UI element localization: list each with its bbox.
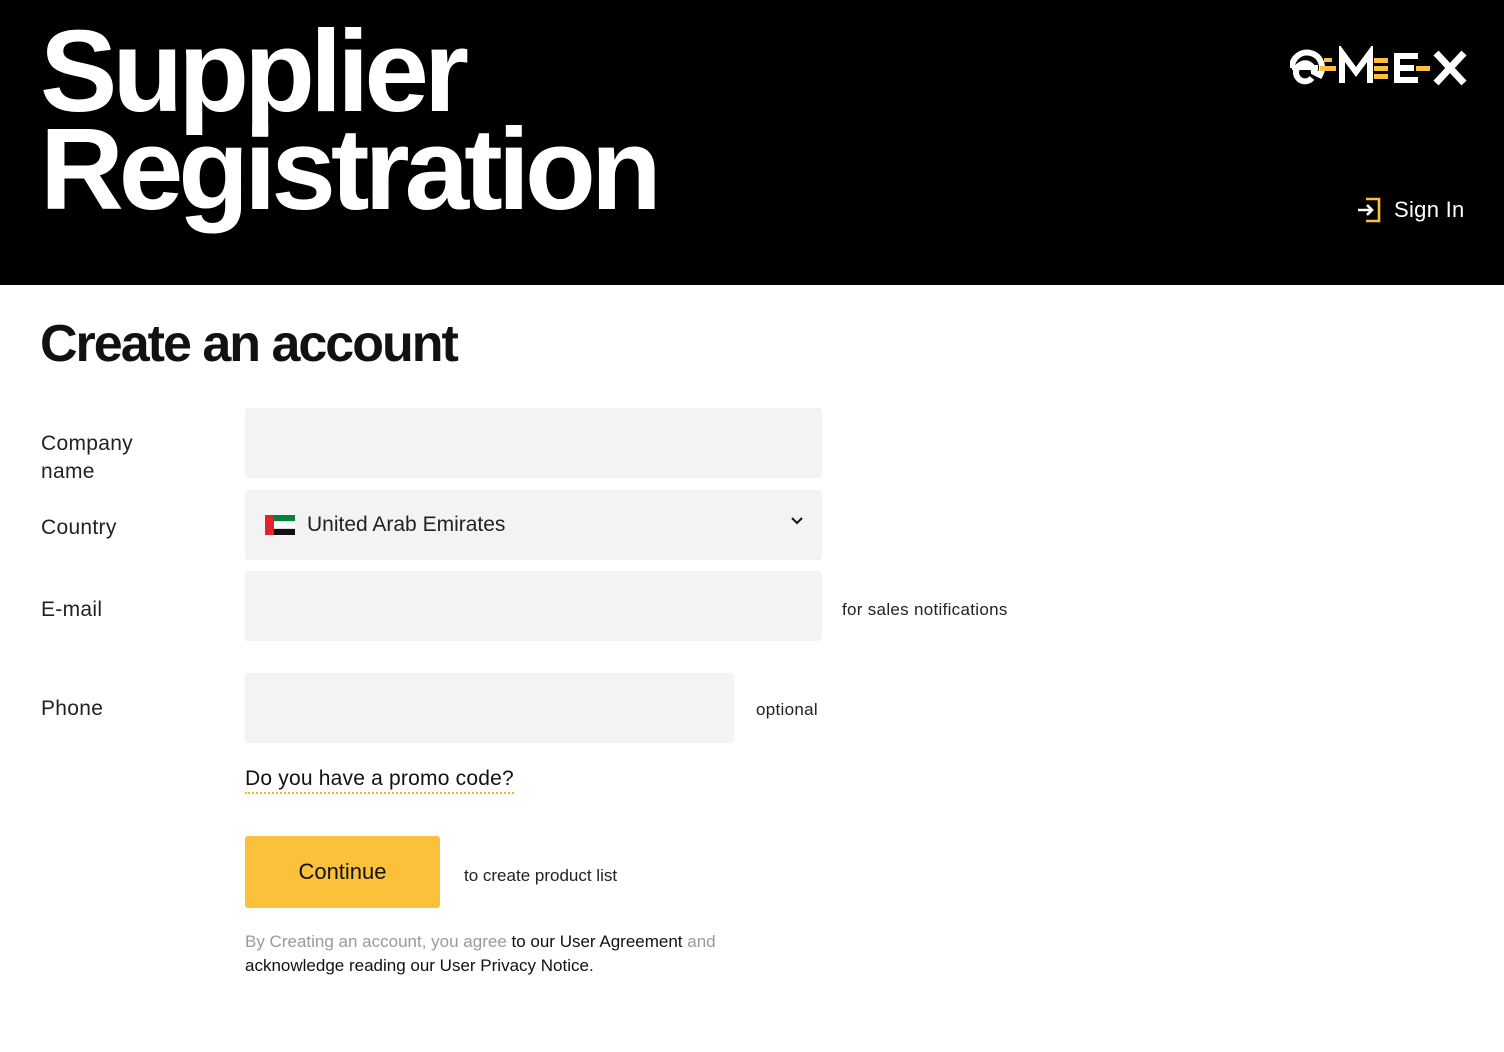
- emex-logo[interactable]: [1290, 46, 1470, 90]
- chevron-down-icon: [791, 517, 803, 525]
- header: Supplier Registration Sign In: [0, 0, 1504, 285]
- sign-in-link[interactable]: Sign In: [1356, 194, 1465, 226]
- continue-note: to create product list: [464, 866, 618, 885]
- privacy-notice-link[interactable]: acknowledge reading our User Privacy Not…: [245, 956, 594, 975]
- sign-in-label: Sign In: [1394, 197, 1465, 222]
- legal-text-part-1: By Creating an account, you agree: [245, 932, 512, 951]
- legal-notice: By Creating an account, you agree to our…: [245, 930, 805, 978]
- sign-in-icon: [1358, 197, 1381, 223]
- email-label: E-mail: [41, 598, 103, 621]
- continue-button[interactable]: Continue: [245, 836, 440, 908]
- email-hint: for sales notifications: [842, 600, 1008, 619]
- email-input[interactable]: [245, 571, 822, 641]
- legal-text-part-2: and: [682, 932, 716, 951]
- phone-label: Phone: [41, 697, 104, 720]
- phone-hint: optional: [756, 700, 818, 719]
- company-name-label: Company name: [41, 432, 133, 483]
- phone-input[interactable]: [245, 673, 734, 743]
- uae-flag-icon: [265, 515, 295, 535]
- promo-code-link[interactable]: Do you have a promo code?: [245, 767, 514, 794]
- page-title: Create an account: [40, 315, 459, 373]
- hero-title-line-2: Registration: [40, 104, 662, 234]
- company-name-input[interactable]: [245, 408, 822, 478]
- hero-title: Supplier Registration: [40, 13, 662, 234]
- country-select[interactable]: United Arab Emirates: [245, 490, 822, 560]
- country-value: United Arab Emirates: [307, 513, 506, 536]
- country-label: Country: [41, 516, 117, 539]
- user-agreement-link[interactable]: to our User Agreement: [512, 932, 683, 951]
